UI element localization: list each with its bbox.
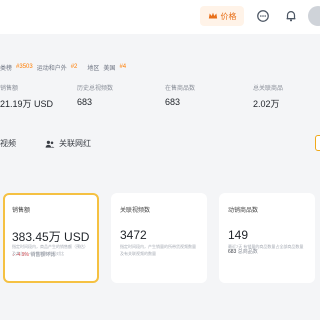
rank-prefix: 类榜 [0,65,13,72]
rank-category[interactable]: 运动和户外 [37,63,67,72]
top-bar: 价格 [0,0,320,34]
stat-related-products: 总关联商品 2.02万 [253,83,283,110]
stat-value: 683 [77,97,93,107]
stat-value: 21.19万 USD [0,99,54,109]
stat-sales: 销售额 21.19万 USD [0,83,53,110]
metric-card-sales[interactable]: 销售额 383.45万 USD ↓ -4.9% 销售额环比 [3,193,99,283]
tab-video[interactable]: 视频 [0,138,16,149]
videos-description: 指定时间段内，产生销量的所带货视频数量及有关联视频的数量 [120,244,196,256]
card-label: 关联视频数 [120,208,151,214]
card-value: 3472 [120,228,147,242]
notification-button[interactable] [282,7,300,25]
tab-bar: 视频 关联网红 [0,133,320,157]
message-icon [257,10,269,22]
metric-card-related-videos[interactable]: 关联视频数 3472 [111,193,207,283]
stat-value: 683 [165,97,181,107]
stat-label: 总关联商品 [253,86,284,92]
tab-video-label: 视频 [0,139,16,148]
message-button[interactable] [254,7,272,25]
region-label: 地区 [87,65,100,72]
card-value: 149 [228,228,249,242]
rank-category-value: #2 [70,64,78,70]
avatar[interactable] [308,6,320,26]
tab-influencer[interactable]: 关联网红 [45,138,91,149]
users-icon [45,140,55,148]
metric-card-active-products[interactable]: 动销商品数 149 683 总商品数 [219,193,315,283]
stat-label: 历史总视频数 [77,86,114,92]
rank-overall: #3503 [16,64,33,70]
stat-value: 2.02万 [253,99,280,109]
pricing-label: 价格 [220,11,237,21]
sales-description: 指定时间段内，商品产生的销售额（预估）及其与上一个周期的数据对比 [12,244,88,256]
card-label: 销售额 [12,208,31,214]
date-picker-button[interactable] [315,135,320,151]
card-label: 动销商品数 [228,208,259,214]
stat-label: 销售额 [0,86,19,92]
region-value: 美国 [103,65,116,72]
stat-label: 在售商品数 [165,86,196,92]
stat-products-on-sale: 在售商品数 683 [165,83,195,107]
products-description: 最近7天 有销量的商品数量占全部商品数量 [228,244,304,249]
pricing-button[interactable]: 价格 [200,6,244,26]
rank-row: 类榜 #3503 运动和户外 #2 地区 美国 #4 [0,62,126,72]
crown-icon [208,12,217,19]
stat-total-videos: 历史总视频数 683 [77,83,113,107]
bell-icon [286,11,296,22]
summary-stats: 销售额 21.19万 USD 历史总视频数 683 在售商品数 683 总关联商… [0,83,320,111]
tab-influencer-label: 关联网红 [59,139,91,148]
rank-region-value: #4 [119,64,127,70]
